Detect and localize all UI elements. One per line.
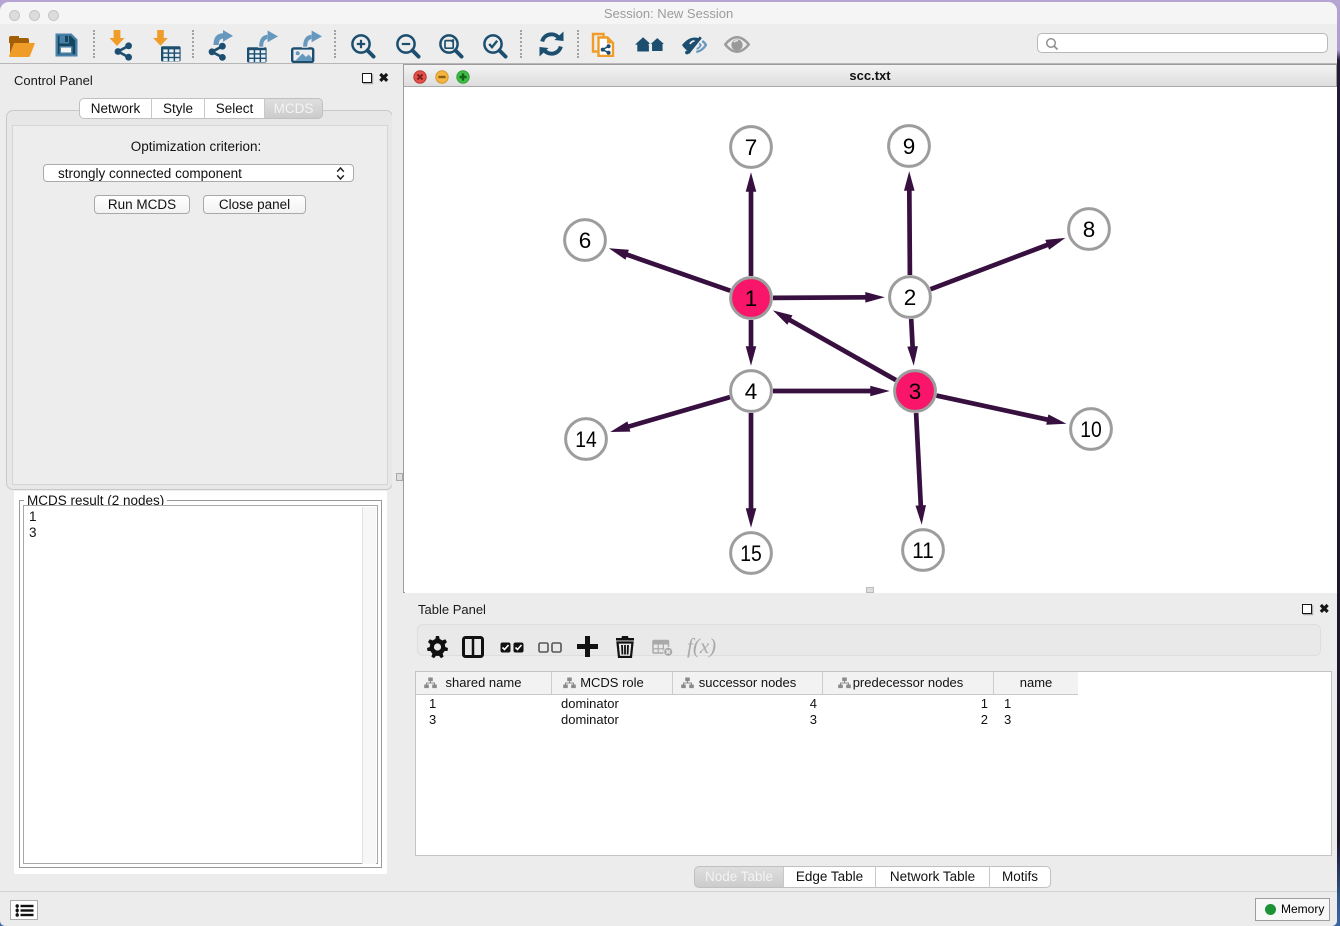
svg-text:6: 6 (579, 228, 592, 253)
svg-text:8: 8 (1083, 217, 1096, 242)
svg-text:7: 7 (745, 135, 758, 160)
svg-text:15: 15 (740, 541, 762, 566)
svg-text:14: 14 (575, 427, 597, 452)
svg-text:3: 3 (909, 379, 922, 404)
svg-text:1: 1 (745, 286, 758, 311)
svg-text:2: 2 (904, 285, 917, 310)
svg-text:4: 4 (745, 379, 758, 404)
svg-text:9: 9 (903, 134, 916, 159)
svg-text:10: 10 (1080, 417, 1102, 442)
svg-text:11: 11 (912, 538, 934, 563)
